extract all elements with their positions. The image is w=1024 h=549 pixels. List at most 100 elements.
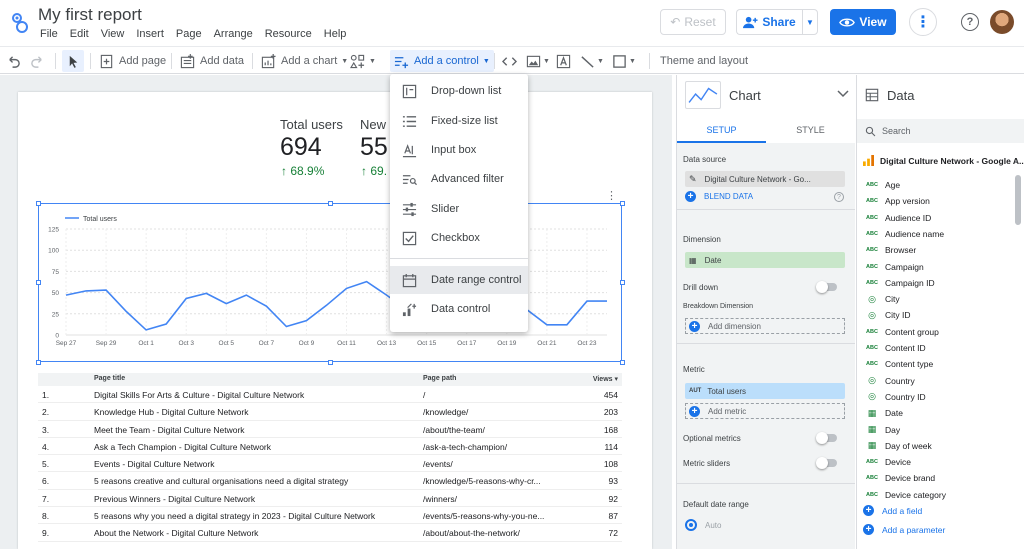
data-source-header[interactable]: Digital Culture Network - Google A... — [863, 155, 1024, 166]
add-parameter-button[interactable]: + Add a parameter — [863, 524, 945, 535]
field-item[interactable]: ◎ City ID — [865, 307, 910, 323]
view-button[interactable]: View — [830, 9, 896, 35]
menu-help[interactable]: Help — [324, 28, 347, 42]
column-header-page-title[interactable]: Page title — [94, 375, 125, 382]
chevron-down-icon[interactable] — [837, 87, 849, 101]
field-item[interactable]: ABC Campaign ID — [865, 275, 935, 291]
field-item[interactable]: ◎ City — [865, 291, 900, 307]
menu-item-slider[interactable]: Slider — [390, 195, 528, 223]
field-item[interactable]: ABC Campaign — [865, 259, 924, 275]
column-header-page-path[interactable]: Page path — [423, 375, 456, 382]
table-row[interactable]: 5. Events - Digital Culture Network/event… — [38, 455, 622, 473]
collapse-icon[interactable]: ⌄ — [1013, 156, 1020, 165]
scrollbar[interactable] — [1015, 175, 1021, 225]
table-row[interactable]: 1. Digital Skills For Arts & Culture - Di… — [38, 386, 622, 404]
resize-handle[interactable] — [36, 201, 41, 206]
add-metric-button[interactable]: + Add metric — [685, 403, 845, 419]
field-item[interactable]: ◎ Country — [865, 373, 915, 389]
dimension-chip[interactable]: ▦ Date — [685, 252, 845, 268]
field-item[interactable]: ◎ Country ID — [865, 389, 926, 405]
legend-label[interactable]: Total users — [83, 216, 117, 223]
menu-item-input-box[interactable]: Input box — [390, 136, 528, 164]
field-item[interactable]: ABC Audience name — [865, 226, 944, 242]
tab-setup[interactable]: SETUP — [677, 119, 766, 143]
reset-button[interactable]: ↶ Reset — [660, 9, 726, 35]
text-box-icon[interactable] — [556, 51, 571, 71]
field-item[interactable]: ABC Device — [865, 454, 911, 470]
shape-tool-icon[interactable]: ▼ — [612, 51, 636, 71]
menu-item-data-control[interactable]: Data control — [390, 295, 528, 323]
drill-down-toggle[interactable] — [816, 281, 837, 293]
table-row[interactable]: 2. Knowledge Hub - Digital Culture Networ… — [38, 403, 622, 421]
blend-data-button[interactable]: + BLEND DATA — [685, 191, 753, 202]
metric-chip[interactable]: AUT Total users — [685, 383, 845, 399]
auto-radio[interactable] — [685, 519, 697, 531]
undo-icon[interactable] — [6, 51, 21, 71]
field-item[interactable]: ▦ Date — [865, 405, 903, 421]
add-data-button[interactable]: Add data — [180, 51, 244, 71]
time-series-chart[interactable]: Total users 0 25 50 75 100 125 Sep 27 Sep 29 Oct … — [38, 203, 622, 362]
more-options-icon[interactable]: ⋮ — [909, 8, 937, 36]
menu-resource[interactable]: Resource — [265, 28, 312, 42]
select-tool-icon[interactable] — [62, 50, 84, 72]
embed-code-icon[interactable] — [502, 51, 517, 71]
field-item[interactable]: ABC Browser — [865, 242, 916, 258]
table-row[interactable]: 7. Previous Winners - Digital Culture Net… — [38, 490, 622, 508]
menu-item-fixed-size-list[interactable]: Fixed-size list — [390, 107, 528, 135]
menu-item-date-range-control[interactable]: Date range control — [390, 266, 528, 294]
resize-handle[interactable] — [36, 280, 41, 285]
theme-and-layout-button[interactable]: Theme and layout — [660, 51, 748, 71]
menu-view[interactable]: View — [101, 28, 125, 42]
field-search-input[interactable]: Search — [857, 119, 1024, 143]
table-row[interactable]: 6. 5 reasons creative and cultural organi… — [38, 472, 622, 490]
looker-studio-logo-icon[interactable] — [10, 12, 30, 34]
line-chart-icon[interactable] — [685, 81, 721, 109]
field-item[interactable]: ABC Content group — [865, 324, 939, 340]
optional-metrics-toggle[interactable] — [816, 432, 837, 444]
resize-handle[interactable] — [620, 280, 625, 285]
menu-file[interactable]: File — [40, 28, 58, 42]
field-item[interactable]: ▦ Day of week — [865, 438, 932, 454]
column-header-views[interactable]: Views ▾ — [593, 375, 618, 383]
field-item[interactable]: ABC Device category — [865, 487, 946, 503]
resize-handle[interactable] — [328, 201, 333, 206]
field-item[interactable]: ABC App version — [865, 193, 930, 209]
share-dropdown-button[interactable]: ▼ — [802, 9, 818, 35]
chart-more-icon[interactable]: ⋮ — [606, 189, 617, 202]
tab-style[interactable]: STYLE — [766, 119, 855, 143]
resize-handle[interactable] — [620, 201, 625, 206]
add-control-button[interactable]: Add a control ▼ — [390, 50, 494, 72]
field-item[interactable]: ABC Content ID — [865, 340, 926, 356]
help-icon[interactable]: ? — [834, 192, 844, 202]
field-item[interactable]: ▦ Day — [865, 422, 900, 438]
image-icon[interactable]: ▼ — [526, 51, 550, 71]
menu-arrange[interactable]: Arrange — [214, 28, 253, 42]
community-viz-button[interactable]: ▼ — [350, 51, 376, 71]
table-row[interactable]: 3. Meet the Team - Digital Culture Networ… — [38, 421, 622, 438]
add-field-button[interactable]: + Add a field — [863, 505, 922, 516]
report-title[interactable]: My first report — [38, 5, 142, 25]
table-row[interactable]: 4. Ask a Tech Champion - Digital Culture … — [38, 438, 622, 456]
table-row[interactable]: 9. About the Network - Digital Culture Ne… — [38, 524, 622, 542]
menu-item-drop-down-list[interactable]: Drop-down list — [390, 77, 528, 105]
menu-item-checkbox[interactable]: Checkbox — [390, 224, 528, 252]
field-item[interactable]: ABC Content type — [865, 356, 933, 372]
add-chart-button[interactable]: Add a chart ▼ — [261, 51, 348, 71]
share-button[interactable]: Share — [736, 9, 802, 35]
data-source-chip[interactable]: ✎ Digital Culture Network - Go... — [685, 171, 845, 187]
add-page-button[interactable]: Add page — [99, 51, 166, 71]
field-item[interactable]: ABC Audience ID — [865, 210, 931, 226]
menu-item-advanced-filter[interactable]: Advanced filter — [390, 165, 528, 193]
add-dimension-button[interactable]: + Add dimension — [685, 318, 845, 334]
field-item[interactable]: ABC Device brand — [865, 470, 935, 486]
help-icon[interactable]: ? — [961, 13, 979, 31]
redo-icon[interactable] — [30, 51, 45, 71]
menu-edit[interactable]: Edit — [70, 28, 89, 42]
resize-handle[interactable] — [36, 360, 41, 365]
table-row[interactable]: 8. 5 reasons why you need a digital strat… — [38, 507, 622, 525]
menu-insert[interactable]: Insert — [136, 28, 164, 42]
metric-sliders-toggle[interactable] — [816, 457, 837, 469]
menu-page[interactable]: Page — [176, 28, 202, 42]
resize-handle[interactable] — [620, 360, 625, 365]
line-tool-icon[interactable]: ▼ — [580, 51, 604, 71]
